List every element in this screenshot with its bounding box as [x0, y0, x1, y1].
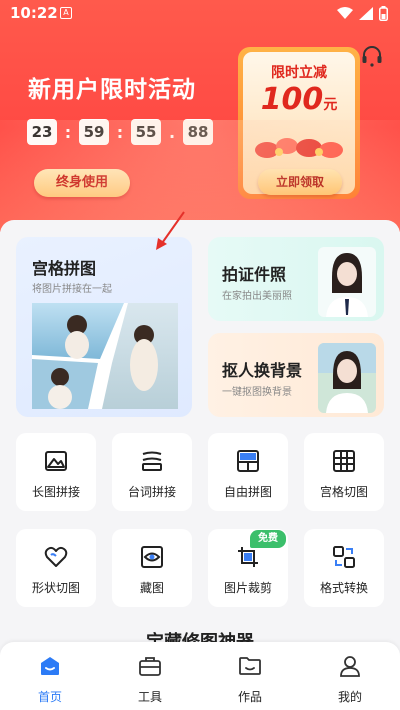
profile-icon: [340, 656, 360, 677]
tool-subtitle-stitch[interactable]: 台词拼接: [112, 433, 192, 511]
status-time: 10:22: [10, 4, 58, 22]
section-title-peek: 宝藏修图神器: [0, 624, 400, 644]
discount-unit: 元: [323, 97, 338, 113]
hidden-image-icon: [141, 546, 163, 568]
collage-preview-image: [32, 303, 178, 409]
countdown-seconds: 55: [131, 119, 161, 145]
promo-discount-card[interactable]: 限时立减 100元: [238, 47, 360, 199]
tool-shape-cut[interactable]: 形状切图: [16, 529, 96, 607]
discount-label: 限时立减: [271, 65, 327, 81]
red-envelope-icon: [255, 138, 343, 158]
promo-title: 新用户限时活动: [28, 77, 196, 103]
free-collage-icon: [237, 450, 259, 472]
status-bar: 10:22 A: [0, 0, 400, 28]
nav-profile[interactable]: 我的: [320, 654, 380, 704]
tool-free-collage[interactable]: 自由拼图: [208, 433, 288, 511]
tool-label: 格式转换: [319, 581, 368, 595]
tool-label: 宫格切图: [319, 485, 368, 499]
nav-tools[interactable]: 工具: [120, 654, 180, 704]
status-a-indicator: A: [60, 7, 72, 19]
discount-value: 100: [260, 82, 324, 117]
tool-format-convert[interactable]: 格式转换: [304, 529, 384, 607]
tool-label: 图片裁剪: [223, 581, 272, 595]
cutout-title: 抠人换背景: [222, 361, 303, 380]
tool-long-image-stitch[interactable]: 长图拼接: [16, 433, 96, 511]
format-convert-icon: [333, 546, 355, 568]
id-photo-card[interactable]: 拍证件照 在家拍出美丽照: [208, 237, 384, 321]
bottom-nav: 首页 工具 作品 我的: [0, 642, 400, 710]
id-photo-title: 拍证件照: [222, 265, 287, 284]
battery-icon: [379, 6, 388, 21]
countdown-timer: 23 : 59 : 55 . 88: [27, 119, 213, 145]
grid-collage-card[interactable]: 宫格拼图 将图片拼接在一起: [16, 237, 192, 417]
cutout-preview-image: [318, 343, 376, 413]
nav-label: 首页: [37, 690, 62, 704]
countdown-minutes: 59: [79, 119, 109, 145]
pointer-arrow-annotation: [156, 211, 185, 250]
nav-label: 工具: [137, 690, 162, 704]
tool-hidden-image[interactable]: 藏图: [112, 529, 192, 607]
grid-collage-subtitle: 将图片拼接在一起: [32, 284, 112, 295]
tool-label: 长图拼接: [31, 485, 80, 499]
nav-home[interactable]: 首页: [20, 654, 80, 704]
customer-service-icon[interactable]: [360, 44, 384, 68]
lifetime-use-button[interactable]: 终身使用: [34, 169, 130, 197]
nav-label: 我的: [337, 690, 362, 704]
tool-label: 台词拼接: [127, 485, 176, 499]
home-icon: [41, 657, 59, 675]
promo-banner: 10:22 A 新用户限时活动 23 : 59 : 55 . 88 终身使用 限…: [0, 0, 400, 232]
cutout-background-card[interactable]: 抠人换背景 一键抠图换背景: [208, 333, 384, 417]
id-photo-subtitle: 在家拍出美丽照: [222, 291, 292, 302]
folder-icon: [239, 657, 261, 675]
tool-label: 形状切图: [31, 581, 80, 595]
id-photo-preview-image: [318, 247, 376, 317]
tool-label: 藏图: [139, 581, 164, 595]
countdown-centiseconds: 88: [183, 119, 213, 145]
heart-shape-icon: [44, 546, 68, 567]
wifi-icon: [337, 7, 353, 19]
toolbox-icon: [139, 657, 161, 676]
countdown-separator: :: [116, 122, 124, 142]
tool-grid-cut[interactable]: 宫格切图: [304, 433, 384, 511]
countdown-separator: :: [64, 122, 72, 142]
subtitle-stack-icon: [142, 451, 162, 471]
tool-label: 自由拼图: [223, 485, 272, 499]
grid-cut-icon: [333, 450, 355, 472]
cutout-subtitle: 一键抠图换背景: [222, 387, 292, 398]
crop-icon: [238, 547, 258, 567]
free-badge: 免费: [250, 530, 286, 548]
countdown-separator: .: [168, 122, 176, 142]
nav-label: 作品: [237, 690, 262, 704]
nav-works[interactable]: 作品: [220, 654, 280, 704]
long-image-icon: [45, 451, 67, 471]
countdown-hours: 23: [27, 119, 57, 145]
discount-amount: 100元: [243, 82, 355, 117]
grid-collage-title: 宫格拼图: [32, 259, 97, 278]
signal-icon: [359, 7, 373, 20]
claim-now-button[interactable]: 立即领取: [258, 169, 342, 195]
